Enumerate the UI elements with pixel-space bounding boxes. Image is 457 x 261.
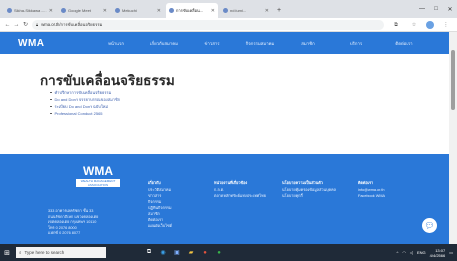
new-tab-button[interactable]: + bbox=[274, 3, 284, 18]
footer-column-about: เกี่ยวกับ ประวัติสมาคม ข่าวสาร กิจกรรม ป… bbox=[148, 181, 173, 228]
main-content: การขับเคลื่อนจริยธรรม คำปรึกษาการขับเคลื… bbox=[0, 54, 449, 154]
edge-icon[interactable]: ◉ bbox=[158, 248, 168, 258]
close-icon[interactable]: ✕ bbox=[49, 8, 53, 14]
nav-item[interactable]: บริการ bbox=[332, 40, 380, 47]
list-item[interactable]: Do and Don't จรรยาบรรณของสมาชิก bbox=[50, 96, 120, 103]
search-icon: ⌕ bbox=[19, 250, 22, 255]
close-icon[interactable]: ✕ bbox=[265, 8, 269, 14]
browser-tab-1[interactable]: Google Meet ✕ bbox=[58, 3, 110, 18]
page-title: การขับเคลื่อนจริยธรรม bbox=[40, 73, 175, 88]
nav-item[interactable]: ข่าวสาร bbox=[188, 40, 236, 47]
browser-tab-0[interactable]: Sikha-Sikkawa - Gl...✕ bbox=[4, 3, 56, 18]
nav-item[interactable]: สมาชิก bbox=[284, 40, 332, 47]
language-indicator[interactable]: ENG bbox=[417, 250, 426, 255]
favicon-icon bbox=[169, 8, 174, 13]
bullet-icon bbox=[50, 105, 52, 108]
chrome-icon[interactable]: ● bbox=[200, 248, 210, 258]
bullet-icon bbox=[50, 112, 52, 115]
extensions-icon[interactable]: ⧉ bbox=[390, 19, 402, 31]
list-item[interactable]: คำปรึกษาการขับเคลื่อนจริยธรรม bbox=[50, 89, 120, 96]
footer-logo[interactable]: WMA WEALTH MANAGEMENT ASSOCIATION bbox=[76, 164, 120, 188]
close-icon[interactable]: ✕ bbox=[103, 8, 107, 14]
minimize-icon[interactable]: — bbox=[415, 0, 429, 18]
profile-avatar[interactable] bbox=[426, 20, 434, 29]
task-view-icon[interactable]: ⧉ bbox=[144, 248, 154, 258]
close-icon[interactable]: ✕ bbox=[211, 8, 215, 14]
site-header: WMA หน้าแรก เกี่ยวกับสมาคม ข่าวสาร กิจกร… bbox=[0, 32, 449, 54]
window-controls: — □ ✕ bbox=[415, 0, 457, 18]
address-bar: ← → ↻ 🔒︎ wma.or.th/การขับเคลื่อนจริยธรรม… bbox=[0, 18, 457, 32]
nav-item[interactable]: กิจกรรมสมาคม bbox=[236, 40, 284, 47]
bullet-icon bbox=[50, 91, 52, 94]
nav-item[interactable]: ติดต่อเรา bbox=[380, 40, 428, 47]
os-taskbar: ⊞ ⌕ Type here to search ⧉ ◉ ▣ ▰ ● ● ^ ◠ … bbox=[0, 244, 457, 261]
list-item[interactable]: ระเบียบ Do and Don't ฉบับใหม่ bbox=[50, 103, 120, 110]
browser-tab-3[interactable]: การขับเคลื่อน... ✕ bbox=[166, 3, 218, 18]
footer-column-related: หน่วยงานที่เกี่ยวข้อง ก.ล.ต. ตลาดหลักทรั… bbox=[214, 181, 266, 198]
url-text: wma.or.th/การขับเคลื่อนจริยธรรม bbox=[41, 22, 103, 27]
store-icon[interactable]: ▣ bbox=[172, 248, 182, 258]
chat-bubble-icon[interactable]: 💬︎ bbox=[422, 218, 437, 233]
site-footer: WMA WEALTH MANAGEMENT ASSOCIATION 333 อา… bbox=[0, 154, 449, 244]
fax-text: แฟกซ์ 0 2076 8077 bbox=[48, 231, 81, 235]
bookmark-star-icon[interactable]: ☆ bbox=[408, 19, 420, 31]
browser-tab-4[interactable]: nd:lumi... ✕ bbox=[220, 3, 272, 18]
close-window-icon[interactable]: ✕ bbox=[443, 0, 457, 18]
lock-icon: 🔒︎ bbox=[36, 22, 39, 27]
volume-icon[interactable]: ◁ bbox=[410, 250, 413, 255]
taskbar-search-input[interactable]: ⌕ Type here to search bbox=[16, 247, 106, 258]
favicon-icon bbox=[61, 8, 66, 13]
footer-column-contact: ติดต่อเรา info@wma.or.th Facebook WMA bbox=[358, 181, 386, 198]
forward-icon[interactable]: → bbox=[12, 19, 21, 31]
up-chevron-icon[interactable]: ^ bbox=[397, 250, 399, 255]
nav-item[interactable]: หน้าแรก bbox=[92, 40, 140, 47]
site-logo[interactable]: WMA bbox=[18, 38, 74, 49]
clock[interactable]: 13:07 4/4/2566 bbox=[430, 248, 446, 258]
favicon-icon bbox=[223, 8, 228, 13]
list-item[interactable]: Professional Conduct 2565 bbox=[50, 110, 120, 117]
notification-icon[interactable]: ▭ bbox=[449, 250, 453, 255]
taskbar-apps: ⧉ ◉ ▣ ▰ ● ● bbox=[144, 248, 224, 258]
url-input[interactable]: 🔒︎ wma.or.th/การขับเคลื่อนจริยธรรม bbox=[32, 19, 384, 30]
footer-address: 333 อาคารเลครัชดา ชั้น 33 ถนนรัชดาภิเษก … bbox=[48, 209, 118, 237]
browser-tab-2[interactable]: Mekuchi ✕ bbox=[112, 3, 164, 18]
maximize-icon[interactable]: □ bbox=[429, 0, 443, 18]
close-icon[interactable]: ✕ bbox=[157, 8, 161, 14]
scrollbar-thumb[interactable] bbox=[451, 50, 455, 110]
link-list: คำปรึกษาการขับเคลื่อนจริยธรรม Do and Don… bbox=[50, 89, 120, 117]
nav-item[interactable]: เกี่ยวกับสมาคม bbox=[140, 40, 188, 47]
menu-icon[interactable]: ⋮ bbox=[440, 19, 452, 31]
bullet-icon bbox=[50, 98, 52, 101]
reload-icon[interactable]: ↻ bbox=[21, 19, 30, 31]
app-icon[interactable]: ● bbox=[214, 248, 224, 258]
page-scrollbar[interactable] bbox=[449, 32, 457, 244]
footer-column-privacy: นโยบายความเป็นส่วนตัว นโยบายคุ้มครองข้อม… bbox=[282, 181, 336, 198]
explorer-icon[interactable]: ▰ bbox=[186, 248, 196, 258]
favicon-icon bbox=[115, 8, 120, 13]
favicon-icon bbox=[7, 8, 12, 13]
system-tray: ^ ◠ ◁ ENG 13:07 4/4/2566 ▭ bbox=[397, 244, 454, 261]
windows-start-icon[interactable]: ⊞ bbox=[0, 244, 14, 261]
site-nav: หน้าแรก เกี่ยวกับสมาคม ข่าวสาร กิจกรรมสม… bbox=[92, 40, 428, 47]
network-icon[interactable]: ◠ bbox=[402, 250, 406, 255]
browser-tab-bar: Sikha-Sikkawa - Gl...✕ Google Meet✕ Meku… bbox=[0, 0, 457, 18]
back-icon[interactable]: ← bbox=[3, 19, 12, 31]
